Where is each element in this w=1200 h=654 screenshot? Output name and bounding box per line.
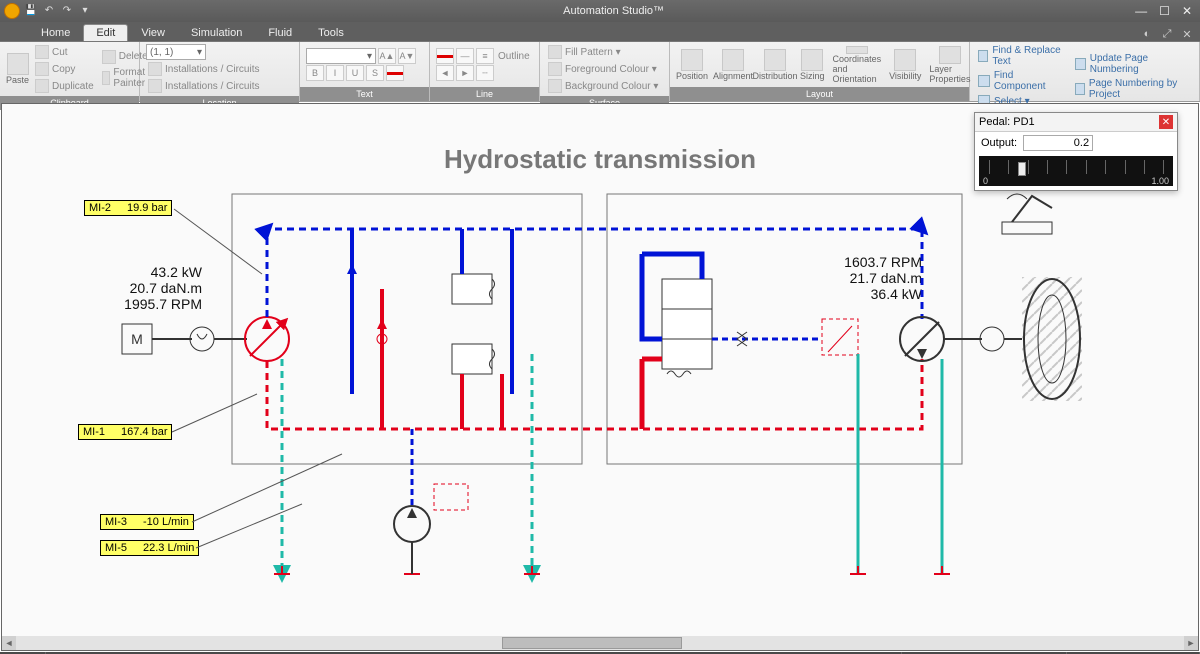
bold-button[interactable]: B <box>306 65 324 81</box>
foreground-color-button[interactable]: Foreground Colour ▾ <box>546 61 660 77</box>
install-circuits-2[interactable]: Installations / Circuits <box>146 78 261 94</box>
arrow-start-button[interactable]: ◄ <box>436 65 454 81</box>
tab-simulation[interactable]: Simulation <box>178 24 255 41</box>
find-replace-button[interactable]: Find & Replace Text <box>976 44 1069 68</box>
background-color-button[interactable]: Background Colour ▾ <box>546 78 660 94</box>
alignment-button[interactable]: Alignment <box>716 46 750 84</box>
distribution-button[interactable]: Distribution <box>758 46 792 84</box>
pedal-scale-min: 0 <box>983 176 988 186</box>
font-color-button[interactable] <box>386 65 404 81</box>
close-button[interactable]: ✕ <box>1182 4 1192 18</box>
subsystem-box-left <box>232 194 582 464</box>
directional-valve <box>642 254 712 429</box>
svg-text:M: M <box>131 331 143 347</box>
pedal-slider[interactable]: 0 1.00 <box>979 156 1173 186</box>
hydraulic-motor-symbol <box>900 317 1022 361</box>
scroll-left-button[interactable]: ◄ <box>2 636 16 650</box>
font-grow-button[interactable]: A▲ <box>378 48 396 64</box>
ribbon-tabs: Home Edit View Simulation Fluid Tools ◐ … <box>0 22 1200 42</box>
sizing-button[interactable]: Sizing <box>800 46 825 84</box>
strike-button[interactable]: S <box>366 65 384 81</box>
tab-edit[interactable]: Edit <box>83 24 128 41</box>
pedal-close-button[interactable]: ✕ <box>1159 115 1173 129</box>
pedal-output-input[interactable] <box>1023 135 1093 151</box>
line-dash-button[interactable]: ┄ <box>476 65 494 81</box>
group-label-text: Text <box>300 87 429 101</box>
title-bar: 💾 ↶ ↷ ▾ Automation Studio™ — ☐ ✕ <box>0 0 1200 22</box>
window-title: Automation Studio™ <box>92 5 1135 17</box>
motor-symbol: M <box>122 324 247 354</box>
find-component-button[interactable]: Find Component <box>976 69 1069 93</box>
tab-tools[interactable]: Tools <box>305 24 357 41</box>
tank-symbols <box>274 566 950 574</box>
tab-fluid[interactable]: Fluid <box>255 24 305 41</box>
pedal-scale-max: 1.00 <box>1151 176 1169 186</box>
duplicate-button[interactable]: Duplicate <box>33 78 96 94</box>
pedal-output-label: Output: <box>981 137 1017 149</box>
paste-button[interactable]: Paste <box>6 50 29 88</box>
pedal-symbol <box>1002 194 1052 234</box>
font-combo[interactable]: ▾ <box>306 48 376 64</box>
maximize-button[interactable]: ☐ <box>1159 4 1170 18</box>
font-shrink-button[interactable]: A▼ <box>398 48 416 64</box>
minimize-button[interactable]: — <box>1135 4 1147 18</box>
scroll-thumb[interactable] <box>502 637 682 649</box>
subsystem-box-right <box>607 194 962 464</box>
tab-view[interactable]: View <box>128 24 178 41</box>
fill-pattern-button[interactable]: Fill Pattern ▾ <box>546 44 660 60</box>
pressure-line <box>267 359 922 429</box>
expand-icon[interactable]: ⤢ <box>1160 27 1174 41</box>
location-combo[interactable]: (1, 1)▾ <box>146 44 206 60</box>
qat-more-icon[interactable]: ▾ <box>78 3 92 17</box>
relief-valve-bottom <box>452 344 502 429</box>
group-label-layout: Layout <box>670 87 969 101</box>
horizontal-scrollbar[interactable]: ◄ ► <box>2 636 1198 650</box>
line-style-button[interactable]: ― <box>456 48 474 64</box>
qat-redo-icon[interactable]: ↷ <box>60 3 74 17</box>
charge-pump-symbol <box>394 429 468 574</box>
install-circuits-1[interactable]: Installations / Circuits <box>146 61 261 77</box>
line-weight-button[interactable]: ≡ <box>476 48 494 64</box>
wheel-symbol <box>1022 277 1082 401</box>
variable-pump-symbol <box>245 317 289 361</box>
italic-button[interactable]: I <box>326 65 344 81</box>
qat-save-icon[interactable]: 💾 <box>24 3 38 17</box>
arrow-end-button[interactable]: ► <box>456 65 474 81</box>
return-line <box>267 229 922 319</box>
line-color-button[interactable] <box>436 48 454 64</box>
scroll-right-button[interactable]: ► <box>1184 636 1198 650</box>
app-icon <box>4 3 20 19</box>
position-button[interactable]: Position <box>676 46 708 84</box>
update-page-numbering-button[interactable]: Update Page Numbering <box>1073 52 1193 76</box>
leader-lines <box>172 209 342 548</box>
outline-button[interactable]: Outline <box>496 48 532 64</box>
orifice-symbol <box>712 332 822 346</box>
copy-button[interactable]: Copy <box>33 61 96 77</box>
layer-properties-button[interactable]: Layer Properties <box>929 46 970 84</box>
visibility-button[interactable]: Visibility <box>889 46 921 84</box>
pedal-slider-thumb[interactable] <box>1018 162 1026 176</box>
cut-button[interactable]: Cut <box>33 44 96 60</box>
design-canvas[interactable]: Hydrostatic transmission MI-219.9 bar MI… <box>1 103 1199 651</box>
qat-undo-icon[interactable]: ↶ <box>42 3 56 17</box>
pedal-panel-title: Pedal: PD1 <box>979 116 1035 128</box>
underline-button[interactable]: U <box>346 65 364 81</box>
pedal-panel[interactable]: Pedal: PD1 ✕ Output: 0 1.00 <box>974 112 1178 191</box>
tab-home[interactable]: Home <box>28 24 83 41</box>
ribbon: Paste Cut Copy Duplicate Delete Format P… <box>0 42 1200 102</box>
page-numbering-project-button[interactable]: Page Numbering by Project <box>1073 77 1193 101</box>
quick-access-toolbar: 💾 ↶ ↷ ▾ <box>0 3 92 19</box>
help-icon[interactable]: ◐ <box>1140 27 1154 41</box>
filter-symbol <box>822 319 858 355</box>
coordinates-button[interactable]: Coordinates and Orientation <box>833 46 882 84</box>
group-label-line: Line <box>430 87 539 101</box>
hide-ribbon-icon[interactable]: ✕ <box>1180 27 1194 41</box>
